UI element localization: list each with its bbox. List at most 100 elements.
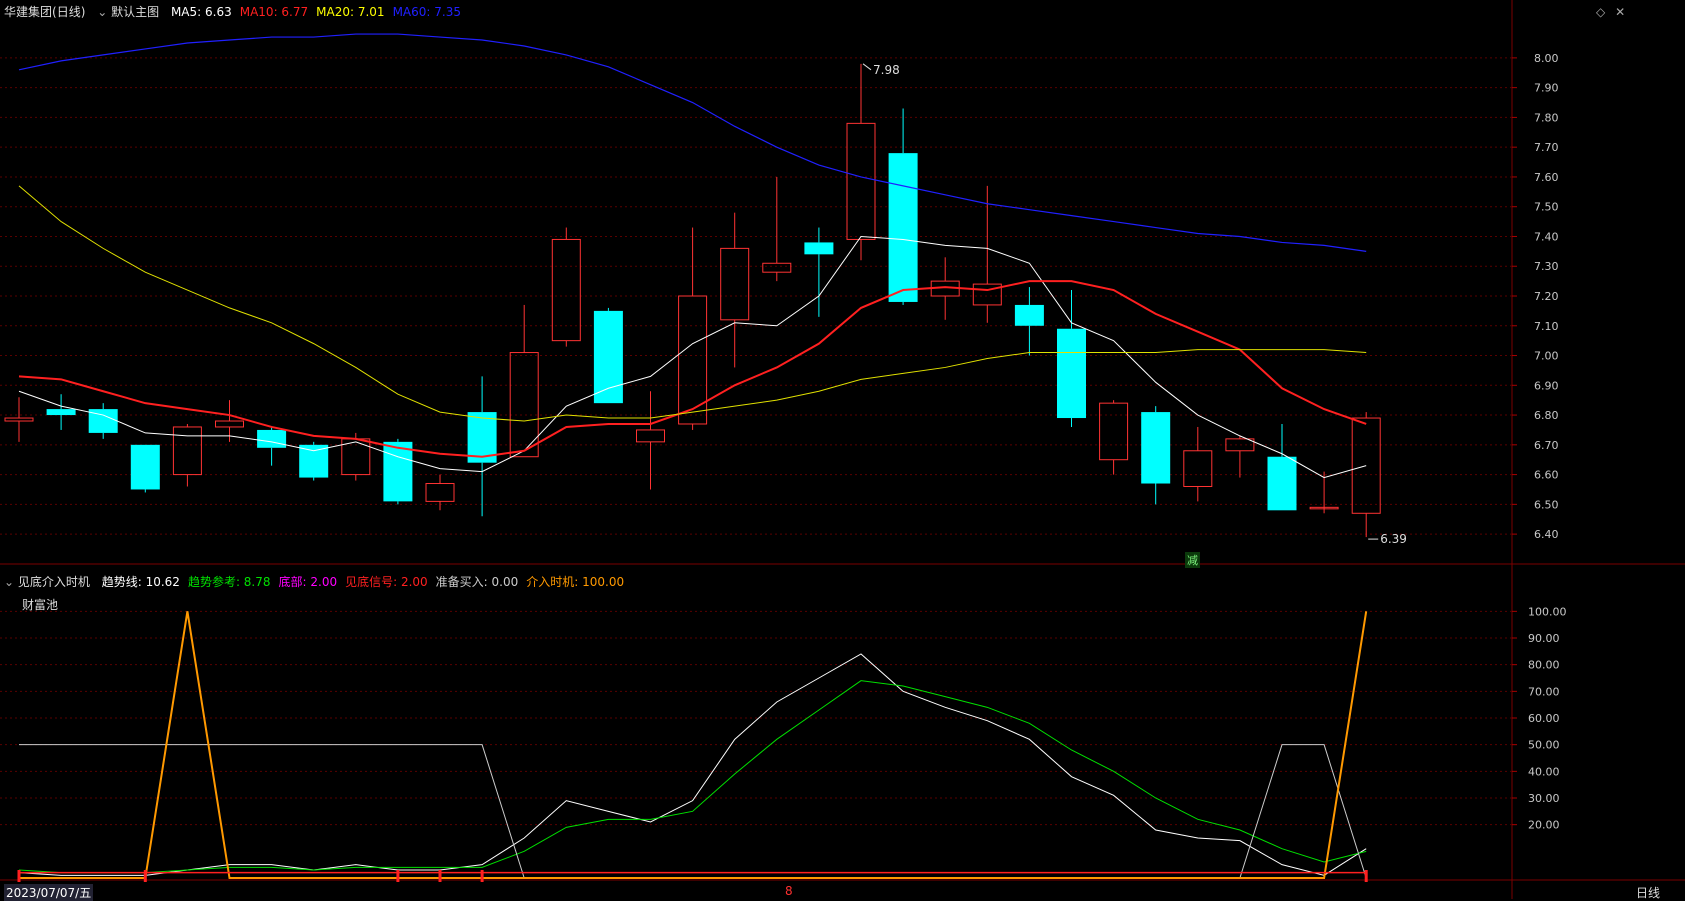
- candle-11: [467, 376, 497, 517]
- indicator-param-1: 趋势参考: 8.78: [187, 575, 271, 589]
- ind-tick-label-5: 50.00: [1528, 739, 1560, 752]
- candle-2: [88, 403, 118, 439]
- candle-body-20: [846, 122, 876, 240]
- candle-body-21: [888, 153, 918, 302]
- price-tick-label-6: 7.40: [1534, 230, 1559, 243]
- candle-body-14: [593, 310, 623, 404]
- high-price-label: 7.98: [873, 63, 900, 77]
- candle-body-9: [383, 441, 413, 502]
- period-tab[interactable]: 日线: [1636, 884, 1660, 901]
- candle-25: [1057, 290, 1086, 427]
- indicator-line-0: [18, 653, 1367, 876]
- candle-body-25: [1057, 328, 1086, 419]
- candle-24: [1014, 287, 1044, 356]
- indicator-param-2: 底部: 2.00: [278, 575, 338, 589]
- candle-body-1: [46, 409, 76, 416]
- candle-body-15: [636, 429, 665, 443]
- ma-legend-item-3: MA60: 7.35: [392, 5, 461, 19]
- candle-body-6: [257, 429, 287, 448]
- indicator-header: ⌄ 见底介入时机 趋势线: 10.62 趋势参考: 8.78 底部: 2.00 见底信…: [4, 573, 640, 590]
- price-tick-label-13: 6.70: [1534, 439, 1559, 452]
- price-tick-label-15: 6.50: [1534, 498, 1559, 511]
- candle-body-10: [425, 483, 455, 502]
- candle-26: [1099, 400, 1129, 475]
- pool-label: 财富池: [22, 598, 59, 612]
- candle-14: [593, 307, 623, 404]
- ind-tick-label-0: 100.00: [1528, 605, 1567, 618]
- price-tick-label-2: 7.80: [1534, 111, 1559, 124]
- diamond-icon[interactable]: ◇: [1596, 5, 1605, 19]
- price-tick-label-16: 6.40: [1534, 528, 1559, 541]
- candle-28: [1183, 426, 1213, 502]
- candle-body-28: [1183, 450, 1213, 487]
- candle-20: [846, 63, 876, 261]
- ind-tick-label-4: 60.00: [1528, 712, 1560, 725]
- candle-29: [1225, 435, 1255, 478]
- indicator-param-4: 准备买入: 0.00: [435, 575, 519, 589]
- candle-27: [1141, 406, 1171, 505]
- candle-3: [130, 444, 160, 493]
- ind-tick-label-7: 30.00: [1528, 792, 1560, 805]
- high-arrow: [862, 63, 872, 71]
- reduce-badge: 减: [1185, 552, 1200, 568]
- main-header: 华建集团(日线) ⌄ 默认主图 MA5: 6.63 MA10: 6.77 MA20:…: [4, 3, 477, 20]
- indicator-param-3: 见底信号: 2.00: [345, 575, 428, 589]
- candle-30: [1267, 423, 1297, 511]
- stock-chart[interactable]: 8.00 7.90 7.80 7.70 7.60 7.50 7.40 7.30 7.20 7.10…: [0, 0, 1685, 899]
- candle-17: [720, 212, 750, 368]
- price-tick-label-5: 7.50: [1534, 201, 1559, 214]
- candle-body-4: [172, 426, 202, 476]
- candle-6: [257, 426, 287, 466]
- candle-23: [972, 185, 1002, 323]
- candle-21: [888, 108, 918, 305]
- date-label: 2023/07/07/五: [4, 884, 94, 901]
- window-controls: ◇ ✕: [1596, 5, 1625, 19]
- price-tick-label-7: 7.30: [1534, 260, 1559, 273]
- candle-body-30: [1267, 456, 1297, 511]
- candle-body-7: [299, 444, 329, 478]
- candle-body-3: [130, 444, 160, 490]
- ind-tick-label-6: 40.00: [1528, 765, 1560, 778]
- indicator-line-1: [18, 680, 1367, 874]
- ma-line-ma60: [18, 33, 1367, 252]
- indicator-legend: 趋势线: 10.62 趋势参考: 8.78 底部: 2.00 见底信号: 2.00 准备…: [102, 575, 632, 589]
- ma-legend-item-0: MA5: 6.63: [170, 5, 232, 19]
- candle-7: [299, 441, 329, 481]
- candle-0: [4, 397, 34, 442]
- ma-legend: MA5: 6.63 MA10: 6.77 MA20: 7.01 MA60: 7.35: [171, 5, 469, 19]
- ind-tick-label-3: 70.00: [1528, 685, 1560, 698]
- candle-body-17: [720, 247, 750, 321]
- candle-body-24: [1014, 304, 1044, 326]
- candle-4: [172, 423, 202, 487]
- candle-body-5: [215, 420, 244, 428]
- ind-tick-label-8: 20.00: [1528, 819, 1560, 832]
- close-icon[interactable]: ✕: [1615, 5, 1625, 19]
- candle-10: [425, 474, 455, 511]
- price-tick-label-11: 6.90: [1534, 379, 1559, 392]
- ma-legend-item-2: MA20: 7.01: [316, 5, 385, 19]
- candle-body-19: [804, 242, 834, 255]
- candle-body-27: [1141, 412, 1171, 484]
- low-price-label: 6.39: [1380, 532, 1407, 546]
- month-marker: 8: [785, 884, 793, 898]
- candle-body-18: [762, 262, 792, 273]
- price-tick-label-14: 6.60: [1534, 469, 1559, 482]
- candle-16: [678, 227, 708, 430]
- indicator-dropdown[interactable]: ⌄ 见底介入时机: [4, 575, 90, 589]
- price-tick-label-9: 7.10: [1534, 320, 1559, 333]
- price-tick-label-8: 7.20: [1534, 290, 1559, 303]
- ind-tick-label-2: 80.00: [1528, 659, 1560, 672]
- price-tick-label-3: 7.70: [1534, 141, 1559, 154]
- ma-legend-item-1: MA10: 6.77: [239, 5, 309, 19]
- template-dropdown[interactable]: ⌄ 默认主图: [97, 5, 159, 19]
- candle-body-16: [678, 295, 708, 425]
- candle-body-0: [4, 417, 34, 422]
- candle-13: [551, 227, 581, 347]
- candle-18: [762, 176, 792, 282]
- ind-tick-label-1: 90.00: [1528, 632, 1560, 645]
- price-tick-label-4: 7.60: [1534, 171, 1559, 184]
- price-tick-label-12: 6.80: [1534, 409, 1559, 422]
- candle-body-26: [1099, 402, 1129, 461]
- price-tick-label-0: 8.00: [1534, 52, 1559, 65]
- stock-title[interactable]: 华建集团(日线): [4, 5, 85, 19]
